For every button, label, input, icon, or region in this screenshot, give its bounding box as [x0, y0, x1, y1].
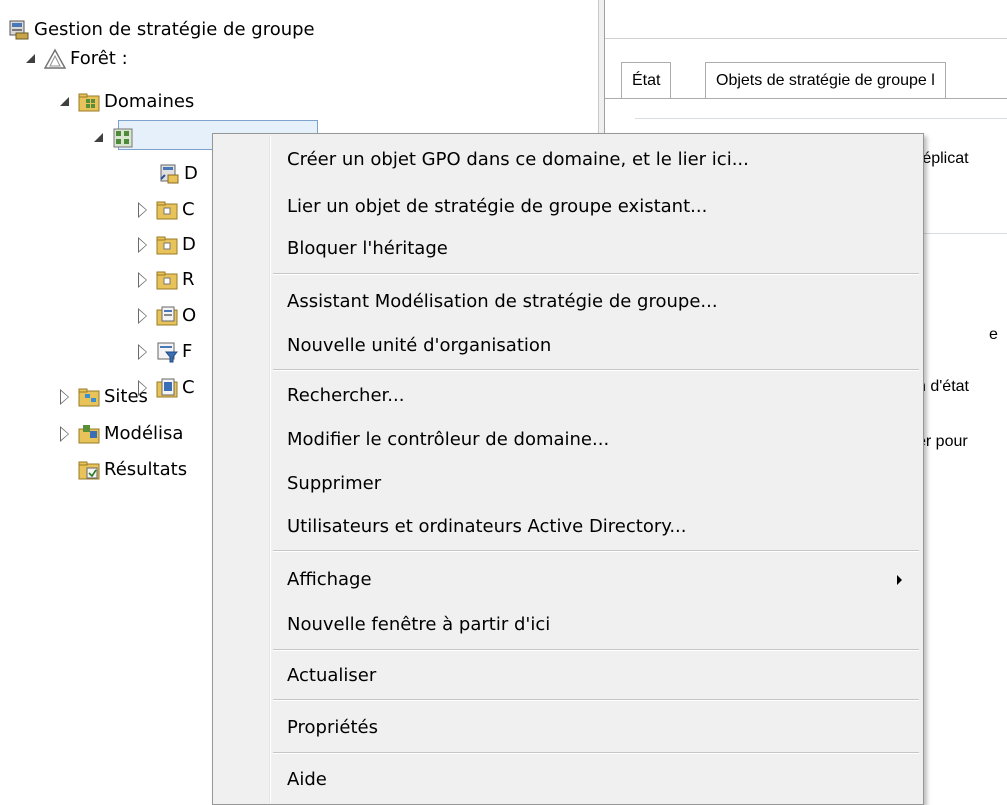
- context-menu: Créer un objet GPO dans ce domaine, et l…: [212, 133, 924, 805]
- ou-folder-icon: [156, 201, 178, 220]
- menu-item-aduc[interactable]: Utilisateurs et ordinateurs Active Direc…: [287, 509, 687, 545]
- tree-item-gpmc-root[interactable]: Gestion de stratégie de groupe: [8, 16, 315, 44]
- menu-separator: [273, 752, 919, 754]
- collapse-arrow-icon[interactable]: [136, 380, 150, 396]
- menu-item-properties[interactable]: Propriétés: [287, 710, 378, 746]
- collapse-arrow-icon[interactable]: [136, 202, 150, 218]
- collapse-arrow-icon[interactable]: [136, 237, 150, 253]
- tab-status[interactable]: État: [621, 62, 672, 98]
- menu-separator: [273, 369, 919, 371]
- tree-item-domains[interactable]: Domaines: [58, 88, 194, 116]
- tree-item-label: D: [184, 163, 198, 184]
- tree-item-label: F: [182, 341, 193, 362]
- status-text-fragment: e: [989, 326, 998, 343]
- collapse-arrow-icon[interactable]: [58, 389, 72, 405]
- menu-item-modeling-wizard[interactable]: Assistant Modélisation de stratégie de g…: [287, 284, 718, 320]
- status-text-fragment: réplicat: [917, 150, 969, 167]
- menu-item-help[interactable]: Aide: [287, 762, 327, 798]
- expand-arrow-icon[interactable]: [24, 52, 38, 66]
- divider: [635, 118, 1007, 119]
- tree-item-forest[interactable]: Forêt :: [24, 45, 128, 73]
- tree-item-label: Forêt :: [70, 48, 128, 69]
- tree-item-child[interactable]: F: [136, 338, 192, 366]
- menu-item-new-window[interactable]: Nouvelle fenêtre à partir d'ici: [287, 607, 550, 643]
- tree-item-label: C: [182, 199, 195, 220]
- tree-item-label: D: [182, 234, 196, 255]
- expand-arrow-icon[interactable]: [58, 95, 72, 109]
- status-text-fragment: n d'état: [917, 378, 969, 395]
- forest-triangle-icon: [44, 48, 66, 69]
- tab-strip-divider: [605, 98, 1007, 99]
- tree-item-label: Résultats: [104, 459, 188, 480]
- results-icon: [78, 461, 100, 480]
- domain-icon: [113, 128, 133, 148]
- ou-folder-icon: [156, 236, 178, 255]
- tree-item-sites[interactable]: Sites: [58, 383, 148, 411]
- gpo-container-icon: [156, 306, 178, 326]
- tree-item-label: O: [182, 305, 197, 326]
- tree-item-label: Modélisa: [104, 423, 184, 444]
- tab-linked-gpos[interactable]: Objets de stratégie de groupe l: [705, 62, 946, 98]
- modeling-icon: [78, 425, 100, 444]
- ou-folder-icon: [156, 271, 178, 290]
- collapse-arrow-icon[interactable]: [136, 272, 150, 288]
- menu-item-block-inheritance[interactable]: Bloquer l'héritage: [287, 231, 448, 267]
- menu-item-change-dc[interactable]: Modifier le contrôleur de domaine...: [287, 422, 609, 458]
- tree-item-child[interactable]: R: [136, 266, 195, 294]
- menu-item-view[interactable]: Affichage: [287, 562, 372, 598]
- menu-item-refresh[interactable]: Actualiser: [287, 658, 376, 694]
- menu-separator: [273, 699, 919, 701]
- menu-icon-gutter: [269, 136, 271, 802]
- sites-folder-icon: [78, 388, 100, 407]
- tree-item-label: C: [182, 377, 195, 398]
- status-text-fragment: er pour: [917, 433, 968, 450]
- tree-item-child[interactable]: O: [136, 302, 196, 330]
- menu-item-new-ou[interactable]: Nouvelle unité d'organisation: [287, 328, 551, 364]
- tree-item-child[interactable]: D: [136, 231, 196, 259]
- gpmc-console-icon: [9, 20, 29, 40]
- submenu-arrow-icon: [897, 575, 902, 585]
- wmi-filter-icon: [157, 342, 178, 363]
- menu-item-link-existing-gpo[interactable]: Lier un objet de stratégie de groupe exi…: [287, 189, 707, 225]
- tree-item-label: R: [182, 269, 195, 290]
- menu-item-create-gpo-link[interactable]: Créer un objet GPO dans ce domaine, et l…: [287, 142, 749, 178]
- collapse-arrow-icon[interactable]: [136, 344, 150, 360]
- menu-separator: [273, 550, 919, 552]
- tree-item-modeling[interactable]: Modélisa: [58, 420, 183, 448]
- collapse-arrow-icon[interactable]: [136, 308, 150, 324]
- collapse-arrow-icon[interactable]: [58, 426, 72, 442]
- details-header: [605, 0, 1007, 39]
- starter-gpo-icon: [156, 378, 178, 398]
- tree-item-domain[interactable]: [92, 124, 138, 152]
- menu-separator: [273, 649, 919, 651]
- tree-item-label: Domaines: [104, 91, 195, 112]
- menu-separator: [273, 273, 919, 275]
- menu-item-search[interactable]: Rechercher...: [287, 378, 404, 414]
- tree-item-child[interactable]: D: [158, 160, 198, 188]
- expand-arrow-icon[interactable]: [92, 131, 106, 145]
- tree-item-results[interactable]: Résultats: [78, 456, 187, 484]
- tree-item-label: Gestion de stratégie de groupe: [34, 19, 315, 40]
- gpo-link-icon: [160, 164, 179, 184]
- domains-folder-icon: [78, 93, 100, 112]
- tree-item-child[interactable]: C: [136, 196, 195, 224]
- menu-item-delete[interactable]: Supprimer: [287, 466, 381, 502]
